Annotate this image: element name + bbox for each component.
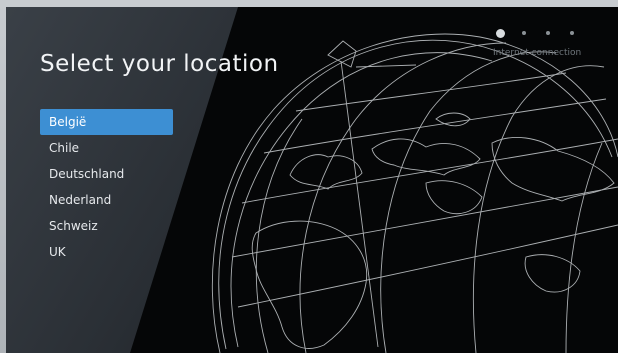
- location-list: België Chile Deutschland Nederland Schwe…: [40, 109, 173, 265]
- progress-dot: [522, 31, 526, 35]
- setup-progress-indicator: [496, 29, 586, 39]
- progress-dot: [570, 31, 574, 35]
- progress-dot: [546, 31, 550, 35]
- progress-dot-active: [496, 29, 505, 38]
- location-option-uk[interactable]: UK: [40, 239, 173, 265]
- location-option-schweiz[interactable]: Schweiz: [40, 213, 173, 239]
- location-option-nederland[interactable]: Nederland: [40, 187, 173, 213]
- next-step-label: Internet connection: [493, 48, 582, 58]
- page-title: Select your location: [40, 51, 279, 77]
- setup-screen: Select your location België Chile Deutsc…: [6, 7, 618, 353]
- location-option-deutschland[interactable]: Deutschland: [40, 161, 173, 187]
- location-option-chile[interactable]: Chile: [40, 135, 173, 161]
- location-option-belgie[interactable]: België: [40, 109, 173, 135]
